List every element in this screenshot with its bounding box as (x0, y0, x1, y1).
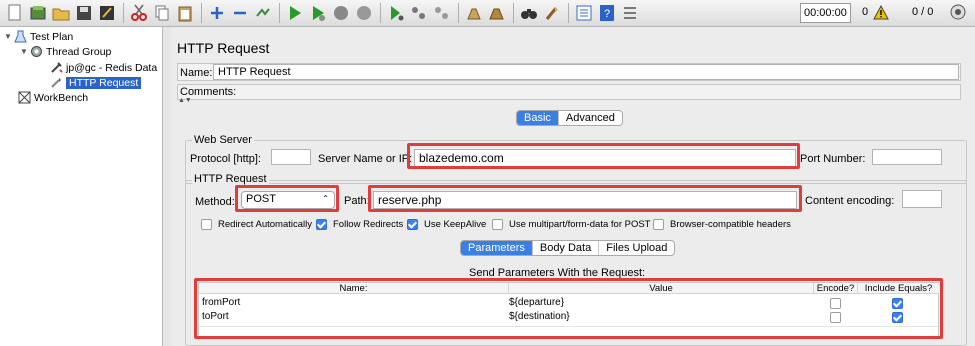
toolbar-separator (123, 3, 124, 23)
toolbar-separator (380, 3, 381, 23)
splitter[interactable] (163, 27, 171, 346)
server-highlight-box (407, 143, 800, 169)
web-server-legend: Web Server (192, 134, 254, 146)
elapsed-timer: 00:00:00 (800, 3, 851, 23)
comments-row (177, 84, 961, 100)
use-keepalive-checkbox[interactable]: Use KeepAlive (407, 219, 486, 230)
parameter-tabs: Parameters Body Data Files Upload (460, 240, 676, 256)
follow-redirects-checkbox[interactable]: Follow Redirects (316, 219, 403, 230)
function-helper-icon[interactable] (573, 2, 595, 24)
toolbar-separator (458, 3, 459, 23)
remote-shutdown-icon[interactable] (431, 2, 453, 24)
expand-icon[interactable] (206, 2, 228, 24)
path-label: Path: (344, 195, 370, 207)
tab-body-data[interactable]: Body Data (533, 241, 600, 255)
page-title: HTTP Request (177, 40, 270, 56)
workbench-icon (18, 91, 31, 104)
cut-icon[interactable] (128, 2, 150, 24)
tab-advanced[interactable]: Advanced (559, 111, 622, 125)
protocol-field[interactable] (271, 149, 311, 165)
toolbar-separator (568, 3, 569, 23)
open-icon[interactable] (50, 2, 72, 24)
stop-icon[interactable] (330, 2, 352, 24)
pipette-icon (51, 78, 61, 88)
http-request-legend: HTTP Request (192, 173, 269, 185)
tab-basic[interactable]: Basic (517, 111, 559, 125)
start-icon[interactable] (284, 2, 306, 24)
tab-files-upload[interactable]: Files Upload (599, 241, 674, 255)
protocol-label: Protocol [http]: (190, 153, 261, 165)
collapse-arrow-icon[interactable]: ▼ (4, 32, 14, 41)
test-plan-icon (14, 30, 27, 43)
method-highlight-box (235, 185, 339, 212)
tree-item-thread-group[interactable]: ▼ Thread Group (20, 44, 111, 59)
tree-item-http-request[interactable]: HTTP Request (50, 75, 142, 90)
browser-compatible-headers-checkbox[interactable]: Browser-compatible headers (653, 219, 791, 230)
parameters-highlight-box (194, 278, 943, 339)
content-encoding-label: Content encoding: (805, 195, 895, 207)
remote-start-icon[interactable] (385, 2, 407, 24)
gear-icon (31, 46, 42, 57)
server-name-label: Server Name or IP: (318, 153, 413, 165)
tree-item-workbench[interactable]: WorkBench (18, 90, 88, 105)
collapse-arrow-icon[interactable]: ▼ (20, 47, 30, 56)
tab-parameters[interactable]: Parameters (461, 241, 533, 255)
thread-count: 0 / 0 (912, 6, 934, 18)
shutdown-icon[interactable] (353, 2, 375, 24)
port-number-label: Port Number: (800, 153, 866, 165)
warning-count: 0 (862, 6, 869, 18)
reset-search-icon[interactable] (541, 2, 563, 24)
warning-icon[interactable] (873, 4, 889, 23)
options-icon[interactable] (619, 2, 641, 24)
content-encoding-field[interactable] (902, 190, 942, 208)
tree-item-redis-data[interactable]: jp@gc - Redis Data (50, 60, 157, 75)
svg-text:?: ? (604, 8, 610, 20)
status-indicator-icon (950, 4, 966, 23)
templates-icon[interactable] (27, 2, 49, 24)
main-tabs: Basic Advanced (516, 110, 623, 126)
resize-arrows-icon[interactable]: ▲▼ (178, 97, 192, 104)
toolbar-separator (513, 3, 514, 23)
method-label: Method: (195, 196, 235, 208)
toggle-icon[interactable] (252, 2, 274, 24)
toolbar-separator (279, 3, 280, 23)
remote-stop-icon[interactable] (408, 2, 430, 24)
start-no-pauses-icon[interactable] (307, 2, 329, 24)
new-icon[interactable] (4, 2, 26, 24)
redirect-automatically-checkbox[interactable]: Redirect Automatically (201, 219, 312, 230)
clear-all-icon[interactable] (486, 2, 508, 24)
test-plan-tree: ▼ Test Plan ▼ Thread Group jp@gc - Redis… (0, 27, 163, 346)
toolbar-separator (201, 3, 202, 23)
paste-icon[interactable] (174, 2, 196, 24)
help-icon[interactable]: ? (596, 2, 618, 24)
port-number-field[interactable] (872, 149, 942, 165)
clear-icon[interactable] (463, 2, 485, 24)
main-toolbar: ? 00:00:00 0 0 / 0 (0, 0, 975, 27)
name-field[interactable]: HTTP Request (213, 64, 959, 80)
collapse-icon[interactable] (229, 2, 251, 24)
search-icon[interactable] (518, 2, 540, 24)
save-as-icon[interactable] (96, 2, 118, 24)
wrench-icon (51, 62, 63, 73)
path-highlight-box (368, 185, 802, 212)
save-icon[interactable] (73, 2, 95, 24)
multipart-post-checkbox[interactable]: Use multipart/form-data for POST (492, 219, 650, 230)
name-label: Name: (180, 67, 213, 79)
tree-item-test-plan[interactable]: ▼ Test Plan (4, 29, 73, 44)
copy-icon[interactable] (151, 2, 173, 24)
